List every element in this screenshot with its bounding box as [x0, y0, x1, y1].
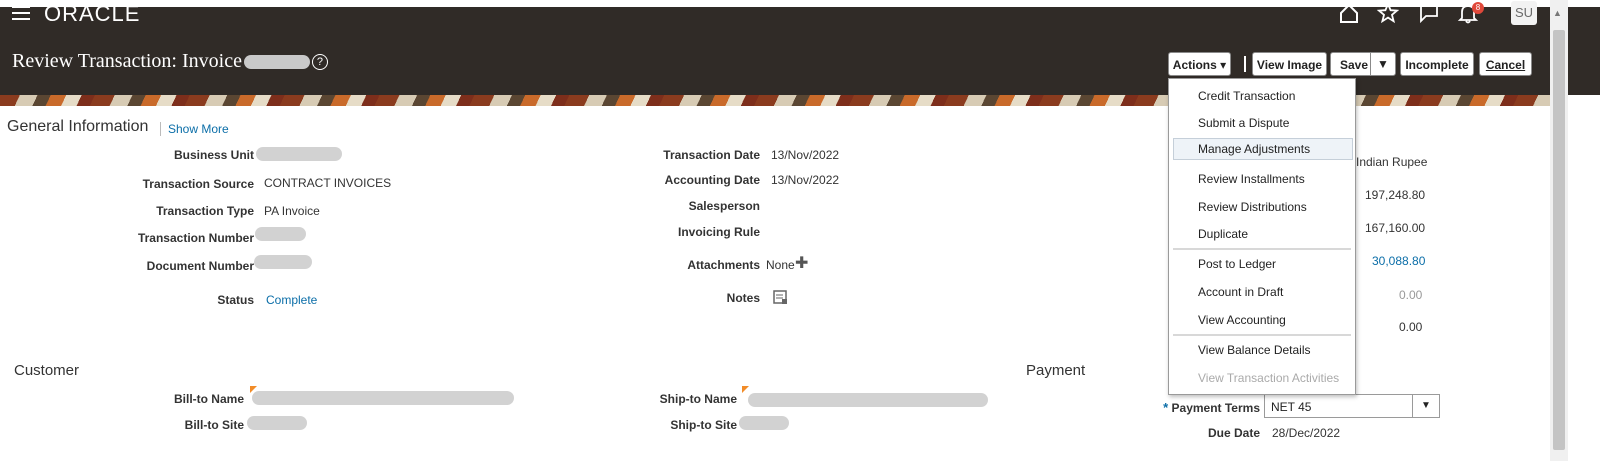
toolbar-divider	[1244, 56, 1246, 72]
add-attachment-icon[interactable]: ✚	[795, 256, 808, 272]
transaction-type-value: PA Invoice	[264, 204, 320, 218]
menu-item-duplicate[interactable]: Duplicate	[1198, 227, 1248, 241]
invoicing-rule-label: Invoicing Rule	[677, 225, 760, 239]
status-label: Status	[217, 293, 254, 307]
accounting-date-value: 13/Nov/2022	[771, 173, 840, 187]
customer-heading: Customer	[14, 362, 80, 379]
ship-to-name-label: Ship-to Name	[659, 392, 737, 406]
ship-to-name-redacted[interactable]	[748, 393, 988, 407]
ship-to-site-label: Ship-to Site	[670, 418, 737, 432]
menu-item-manage-adjustments[interactable]: Manage Adjustments	[1173, 138, 1353, 160]
amount-value-5: 0.00	[1399, 320, 1423, 334]
help-icon[interactable]: ?	[311, 54, 328, 71]
incomplete-button[interactable]: Incomplete	[1400, 52, 1474, 76]
chevron-down-icon[interactable]: ▼	[1412, 395, 1439, 417]
accounting-date-label: Accounting Date	[664, 173, 760, 187]
currency-value: Indian Rupee	[1356, 155, 1428, 169]
menu-item-review-distributions[interactable]: Review Distributions	[1198, 200, 1307, 214]
transaction-number-redacted	[255, 227, 306, 241]
attachments-label: Attachments	[687, 258, 760, 272]
changed-indicator-icon	[742, 386, 749, 393]
status-value[interactable]: Complete	[266, 293, 317, 307]
flag-icon[interactable]	[1418, 2, 1440, 28]
payment-terms-value: NET 45	[1271, 400, 1312, 414]
show-more-link[interactable]: Show More	[160, 122, 229, 136]
avatar[interactable]: SU	[1511, 1, 1537, 25]
transaction-date-label: Transaction Date	[663, 148, 760, 162]
notes-icon[interactable]	[773, 290, 788, 310]
redacted-invoice-number	[243, 55, 310, 70]
amount-value-3[interactable]: 30,088.80	[1372, 254, 1425, 268]
menu-separator	[1173, 334, 1351, 336]
payment-heading: Payment	[1026, 362, 1086, 379]
menu-item-credit-transaction[interactable]: Credit Transaction	[1198, 89, 1295, 103]
payment-terms-select[interactable]: NET 45 ▼	[1264, 394, 1440, 418]
top-edge	[0, 0, 1600, 7]
actions-button[interactable]: Actions ▾	[1168, 52, 1231, 76]
menu-icon[interactable]	[12, 6, 30, 20]
salesperson-label: Salesperson	[688, 199, 760, 213]
business-unit-value-redacted	[256, 147, 342, 161]
scrollbar-thumb[interactable]	[1553, 30, 1565, 450]
due-date-label: Due Date	[1207, 426, 1260, 440]
transaction-source-label: Transaction Source	[142, 177, 254, 191]
menu-separator	[1173, 248, 1351, 250]
view-image-button[interactable]: View Image	[1252, 52, 1327, 76]
chevron-down-icon: ▾	[1220, 58, 1227, 72]
attachments-value: None	[766, 258, 795, 272]
bill-to-site-redacted[interactable]	[247, 416, 307, 430]
page-title-text: Review Transaction: Invoice	[12, 50, 242, 72]
document-number-label: Document Number	[146, 259, 254, 273]
transaction-date-value: 13/Nov/2022	[771, 148, 840, 162]
ship-to-site-redacted[interactable]	[739, 416, 789, 430]
business-unit-label: Business Unit	[173, 148, 254, 162]
due-date-value: 28/Dec/2022	[1272, 426, 1341, 440]
page-header	[0, 0, 1600, 95]
transaction-number-label: Transaction Number	[137, 231, 254, 245]
scroll-up-icon[interactable]: ▲	[1553, 8, 1562, 18]
menu-item-view-accounting[interactable]: View Accounting	[1198, 313, 1286, 327]
amount-value-1: 197,248.80	[1365, 188, 1426, 202]
menu-item-post-to-ledger[interactable]: Post to Ledger	[1198, 257, 1276, 271]
notes-label: Notes	[726, 291, 760, 305]
save-menu-chevron-icon[interactable]: ▼	[1370, 53, 1395, 75]
save-button[interactable]: Save ▼	[1330, 52, 1396, 76]
transaction-type-label: Transaction Type	[156, 204, 254, 218]
menu-item-submit-dispute[interactable]: Submit a Dispute	[1198, 116, 1289, 130]
menu-item-account-in-draft[interactable]: Account in Draft	[1198, 285, 1283, 299]
oracle-logo[interactable]: ORACLE	[44, 1, 140, 27]
home-icon[interactable]	[1338, 2, 1360, 28]
menu-item-view-transaction-activities: View Transaction Activities	[1198, 371, 1340, 385]
page-title: Review Transaction: Invoice?	[12, 50, 328, 73]
bill-to-name-label: Bill-to Name	[173, 392, 244, 406]
required-marker: *	[1163, 400, 1169, 415]
menu-item-review-installments[interactable]: Review Installments	[1198, 172, 1305, 186]
bill-to-name-redacted[interactable]	[252, 391, 514, 405]
amount-value-4: 0.00	[1399, 288, 1423, 302]
cancel-button[interactable]: Cancel	[1479, 52, 1532, 76]
payment-terms-label: * Payment Terms	[1163, 400, 1260, 415]
document-number-redacted	[254, 255, 312, 269]
notification-badge: 8	[1472, 2, 1484, 14]
amount-value-2: 167,160.00	[1365, 221, 1426, 235]
transaction-source-value: CONTRACT INVOICES	[264, 176, 392, 190]
star-icon[interactable]	[1376, 1, 1400, 28]
actions-menu: Credit Transaction Submit a Dispute Mana…	[1168, 78, 1356, 395]
general-information-heading: General Information	[7, 118, 149, 135]
menu-item-view-balance-details[interactable]: View Balance Details	[1198, 343, 1311, 357]
bill-to-site-label: Bill-to Site	[184, 418, 244, 432]
